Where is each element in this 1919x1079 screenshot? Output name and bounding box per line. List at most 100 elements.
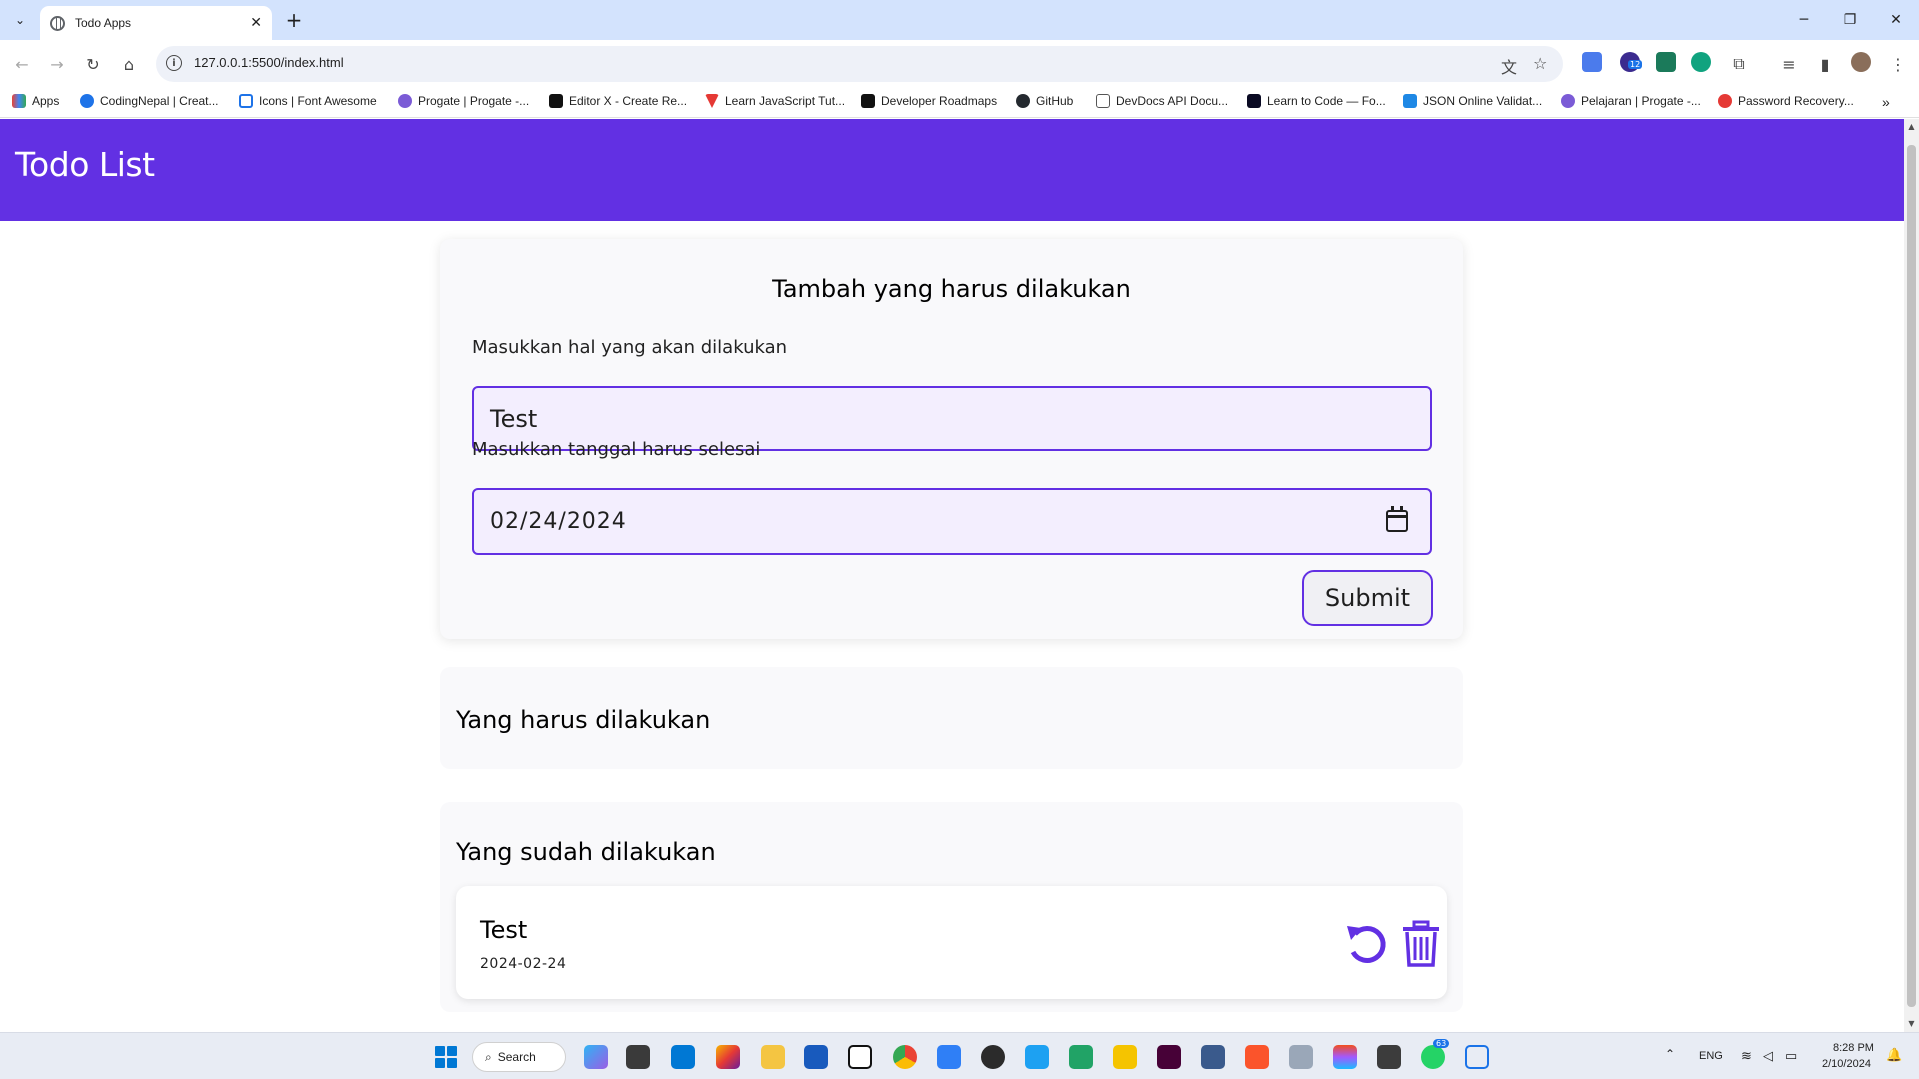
editorx-icon xyxy=(549,94,563,108)
bookmark-item[interactable]: Pelajaran | Progate -... xyxy=(1561,94,1701,108)
browser-menu-icon[interactable]: ⋮ xyxy=(1886,52,1910,76)
submit-button[interactable]: Submit xyxy=(1302,570,1433,626)
page-title: Todo List xyxy=(15,145,155,184)
vscode-icon[interactable] xyxy=(671,1045,695,1069)
todo-date-input[interactable]: 02/24/2024 xyxy=(472,488,1432,555)
roadmap-icon xyxy=(861,94,875,108)
figma-icon[interactable] xyxy=(1333,1045,1357,1069)
clock-time[interactable]: 8:28 PM xyxy=(1833,1042,1874,1054)
tab-search-button[interactable]: ⌄ xyxy=(8,8,32,32)
github-icon xyxy=(1016,94,1030,108)
bookmark-item[interactable]: CodingNepal | Creat... xyxy=(80,94,219,108)
app-icon[interactable] xyxy=(1289,1045,1313,1069)
bookmark-item[interactable]: Progate | Progate -... xyxy=(398,94,529,108)
side-panel-icon[interactable]: ▮ xyxy=(1813,52,1837,76)
back-button[interactable]: ← xyxy=(10,52,34,76)
extension-icon[interactable]: 12 xyxy=(1620,52,1643,72)
forward-button[interactable]: → xyxy=(45,52,69,76)
language-indicator[interactable]: ENG xyxy=(1699,1050,1723,1062)
scrollbar-thumb[interactable] xyxy=(1907,145,1916,1007)
battery-icon[interactable]: ▭ xyxy=(1785,1048,1797,1064)
apps-grid-icon xyxy=(12,94,26,108)
bookmark-item[interactable]: JSON Online Validat... xyxy=(1403,94,1542,108)
copilot-icon[interactable] xyxy=(584,1045,608,1069)
bookmark-item[interactable]: Icons | Font Awesome xyxy=(239,94,377,108)
app-icon[interactable] xyxy=(1113,1045,1137,1069)
close-tab-icon[interactable]: ✕ xyxy=(250,15,262,31)
scroll-down-arrow-icon[interactable]: ▼ xyxy=(1907,1019,1916,1028)
undo-icon[interactable] xyxy=(1343,920,1391,968)
translate-extension-icon[interactable] xyxy=(1582,52,1602,72)
bookmark-star-icon[interactable]: ☆ xyxy=(1533,54,1547,73)
scroll-up-arrow-icon[interactable]: ▲ xyxy=(1907,122,1916,131)
site-info-icon[interactable]: i xyxy=(166,55,182,71)
windows-start-icon[interactable] xyxy=(435,1046,457,1068)
restore-window-button[interactable]: ❐ xyxy=(1827,6,1873,34)
wifi-icon[interactable]: ≋ xyxy=(1741,1048,1752,1064)
codingnepal-icon xyxy=(80,94,94,108)
app-icon[interactable] xyxy=(1025,1045,1049,1069)
bookmark-item[interactable]: GitHub xyxy=(1016,94,1073,108)
profile-avatar[interactable] xyxy=(1851,52,1871,72)
task-view-icon[interactable] xyxy=(626,1045,650,1069)
bookmarks-bar: Apps CodingNepal | Creat... Icons | Font… xyxy=(0,88,1919,118)
app-icon[interactable] xyxy=(716,1045,740,1069)
bookmark-item[interactable]: Learn to Code — Fo... xyxy=(1247,94,1386,108)
tab-title: Todo Apps xyxy=(75,16,132,30)
virtualbox-icon[interactable] xyxy=(1201,1045,1225,1069)
whatsapp-icon[interactable]: 63 xyxy=(1421,1039,1450,1069)
address-url[interactable]: 127.0.0.1:5500/index.html xyxy=(194,55,344,70)
clock-date[interactable]: 2/10/2024 xyxy=(1822,1058,1871,1070)
bookmark-item[interactable]: DevDocs API Docu... xyxy=(1096,94,1228,108)
volume-icon[interactable]: ◁ xyxy=(1763,1048,1773,1064)
tray-chevron-icon[interactable]: ⌃ xyxy=(1665,1047,1675,1061)
password-recovery-icon xyxy=(1718,94,1732,108)
taskbar-search[interactable]: ⌕ Search xyxy=(472,1042,566,1072)
word-icon[interactable] xyxy=(804,1045,828,1069)
snipping-tool-icon[interactable] xyxy=(1465,1045,1489,1069)
app-icon[interactable] xyxy=(1069,1045,1093,1069)
incomplete-list-title: Yang harus dilakukan xyxy=(456,706,711,734)
extensions-puzzle-icon[interactable]: ⧉ xyxy=(1727,52,1751,76)
todo-title-label: Masukkan hal yang akan dilakukan xyxy=(472,337,788,358)
app-icon[interactable] xyxy=(937,1045,961,1069)
todo-item-title: Test xyxy=(480,916,528,944)
app-header: Todo List xyxy=(0,119,1904,221)
media-controls-icon[interactable]: ≡ xyxy=(1777,52,1801,76)
completed-todo-list: Yang sudah dilakukan Test 2024-02-24 xyxy=(440,802,1463,1012)
json-validator-icon xyxy=(1403,94,1417,108)
address-bar[interactable]: i 127.0.0.1:5500/index.html 文 ☆ xyxy=(156,46,1563,82)
bookmark-item[interactable]: Learn JavaScript Tut... xyxy=(705,94,845,108)
calendar-icon[interactable] xyxy=(1386,506,1408,532)
add-todo-form: Tambah yang harus dilakukan Masukkan hal… xyxy=(440,239,1463,639)
notification-bell-icon[interactable]: 🔔 xyxy=(1886,1047,1902,1063)
notion-icon[interactable] xyxy=(848,1045,872,1069)
chrome-icon[interactable] xyxy=(893,1045,917,1069)
form-title: Tambah yang harus dilakukan xyxy=(772,275,1131,303)
close-window-button[interactable]: ✕ xyxy=(1873,6,1919,34)
bookmark-item[interactable]: Editor X - Create Re... xyxy=(549,94,687,108)
progate-icon xyxy=(398,94,412,108)
adobe-xd-icon[interactable] xyxy=(1157,1045,1181,1069)
bookmark-apps[interactable]: Apps xyxy=(12,94,59,108)
obs-icon[interactable] xyxy=(981,1045,1005,1069)
os-taskbar: ⌕ Search 63 ⌃ ENG ≋ ◁ ▭ 8:28 PM 2/10/2024… xyxy=(0,1032,1919,1079)
brave-icon[interactable] xyxy=(1245,1045,1269,1069)
file-explorer-icon[interactable] xyxy=(761,1045,785,1069)
chatgpt-extension-icon[interactable] xyxy=(1691,52,1711,72)
home-button[interactable]: ⌂ xyxy=(117,52,141,76)
minimize-window-button[interactable]: ─ xyxy=(1781,6,1827,34)
new-tab-button[interactable]: + xyxy=(282,8,306,32)
unity-icon[interactable] xyxy=(1377,1045,1401,1069)
extension-icon[interactable] xyxy=(1656,52,1676,72)
todo-date-label: Masukkan tanggal harus selesai xyxy=(472,439,761,460)
trash-icon[interactable] xyxy=(1401,920,1441,968)
bookmark-item[interactable]: Password Recovery... xyxy=(1718,94,1854,108)
page-scrollbar[interactable]: ▲ ▼ xyxy=(1904,119,1919,1032)
more-bookmarks-chevron-icon[interactable]: » xyxy=(1882,94,1890,110)
browser-tab-active[interactable]: Todo Apps ✕ xyxy=(40,6,272,40)
translate-icon[interactable]: 文 xyxy=(1501,54,1517,78)
incomplete-todo-list: Yang harus dilakukan xyxy=(440,667,1463,769)
reload-button[interactable]: ↻ xyxy=(81,52,105,76)
bookmark-item[interactable]: Developer Roadmaps xyxy=(861,94,997,108)
